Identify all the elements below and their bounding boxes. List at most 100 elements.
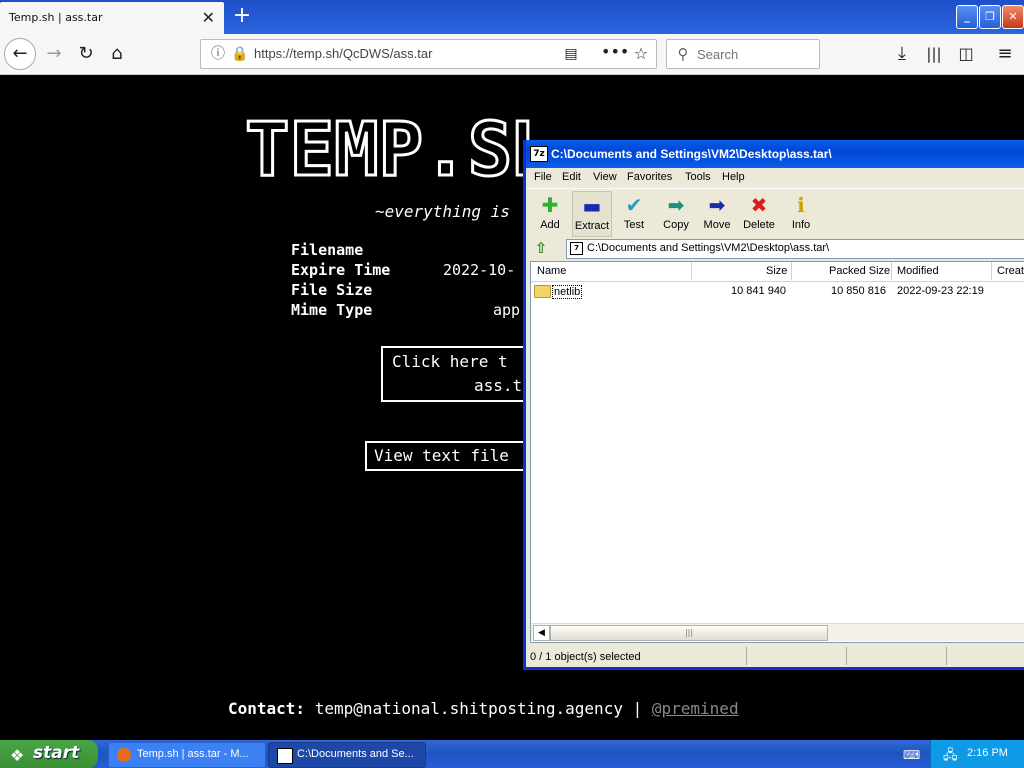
mime-type-value: app xyxy=(493,301,521,319)
7zip-path-text: C:\Documents and Settings\VM2\Desktop\as… xyxy=(587,242,830,254)
address-bar[interactable]: ⓘ 🔒 https://temp.sh/QcDWS/ass.tar ▤ ••• … xyxy=(200,39,657,69)
test-label: Test xyxy=(623,219,645,231)
column-divider[interactable] xyxy=(891,262,892,280)
column-modified[interactable]: Modified xyxy=(897,265,939,277)
copy-arrow-icon: ➡ xyxy=(667,193,685,217)
expire-time-label: Expire Time xyxy=(291,261,391,279)
test-button[interactable]: ✔ Test xyxy=(615,191,653,235)
tab-close-icon[interactable]: ✕ xyxy=(202,8,215,27)
delete-button[interactable]: ✖ Delete xyxy=(740,191,778,235)
extract-button[interactable]: ▬ Extract xyxy=(572,191,612,237)
move-button[interactable]: ➡ Move xyxy=(698,191,736,235)
column-divider[interactable] xyxy=(691,262,692,280)
network-icon[interactable]: 🖧 xyxy=(943,746,958,768)
taskbar-item-7zip[interactable]: C:\Documents and Se... xyxy=(268,742,426,768)
view-text-file-button[interactable]: View text file xyxy=(365,441,549,471)
clock[interactable]: 2:16 PM xyxy=(967,747,1008,759)
7zip-file-list[interactable]: Name Size Packed Size Modified Create ne… xyxy=(530,261,1024,643)
taskbar-item-label: C:\Documents and Se... xyxy=(297,748,414,760)
info-icon[interactable]: ⓘ xyxy=(206,42,230,66)
file-name[interactable]: netlib xyxy=(552,285,583,299)
taskbar-item-firefox[interactable]: Temp.sh | ass.tar - M... xyxy=(108,742,266,768)
taskbar-item-label: Temp.sh | ass.tar - M... xyxy=(137,748,249,760)
7zip-app-icon: 7z xyxy=(530,146,548,162)
downloads-icon[interactable]: ⤓ xyxy=(890,42,914,66)
sidebar-icon[interactable]: ◫ xyxy=(954,42,978,66)
status-divider xyxy=(946,647,947,665)
reload-icon[interactable]: ↻ xyxy=(74,42,98,66)
horizontal-scrollbar[interactable]: ◀ ||| xyxy=(531,623,1024,641)
7zip-title-bar[interactable]: 7z C:\Documents and Settings\VM2\Desktop… xyxy=(526,140,1024,168)
column-divider[interactable] xyxy=(991,262,992,280)
folder-up-icon[interactable]: ⇧ xyxy=(532,239,550,257)
search-icon: ⚲ xyxy=(677,45,689,63)
menu-edit[interactable]: Edit xyxy=(562,171,581,183)
close-window-button[interactable]: ✕ xyxy=(1002,5,1024,29)
contact-separator: | xyxy=(632,699,643,718)
column-divider[interactable] xyxy=(791,262,792,280)
archive-path-icon: 7 xyxy=(570,242,583,255)
extract-label: Extract xyxy=(574,220,610,232)
extract-minus-icon: ▬ xyxy=(582,194,602,218)
page-actions-icon[interactable]: ••• xyxy=(601,40,629,64)
library-icon[interactable]: ||| xyxy=(922,42,946,66)
start-button[interactable]: ❖ start xyxy=(0,740,98,768)
copy-button[interactable]: ➡ Copy xyxy=(657,191,695,235)
start-label: start xyxy=(33,743,80,763)
add-button[interactable]: ✚ Add xyxy=(531,191,569,235)
lock-icon: 🔒 xyxy=(231,46,249,62)
download-button[interactable]: Click here t ass.t xyxy=(381,346,545,402)
back-arrow-icon[interactable]: ← xyxy=(4,38,36,70)
menu-file[interactable]: File xyxy=(534,171,552,183)
home-icon[interactable]: ⌂ xyxy=(105,42,129,66)
minimize-window-button[interactable]: _ xyxy=(956,5,978,29)
bookmark-star-icon[interactable]: ☆ xyxy=(629,42,653,66)
contact-line: Contact: temp@national.shitposting.agenc… xyxy=(228,699,739,718)
7zip-taskbar-icon xyxy=(277,748,293,764)
test-check-icon: ✔ xyxy=(625,193,643,217)
keyboard-icon[interactable]: ⌨ xyxy=(903,748,920,762)
scrollbar-thumb[interactable]: ||| xyxy=(550,625,828,641)
add-plus-icon: ✚ xyxy=(541,193,559,217)
mime-type-label: Mime Type xyxy=(291,301,373,319)
menu-view[interactable]: View xyxy=(593,171,617,183)
table-row[interactable]: netlib 10 841 940 10 850 816 2022-09-23 … xyxy=(531,283,1024,300)
reader-view-icon[interactable]: ▤ xyxy=(559,42,583,66)
contact-link[interactable]: @premined xyxy=(652,699,739,718)
new-tab-plus-icon[interactable]: + xyxy=(230,3,254,29)
7zip-menu-bar: File Edit View Favorites Tools Help xyxy=(526,168,1024,188)
info-button[interactable]: ℹ Info xyxy=(782,191,820,235)
file-list-header: Name Size Packed Size Modified Create xyxy=(531,262,1024,282)
7zip-toolbar: ✚ Add ▬ Extract ✔ Test ➡ Copy ➡ Move ✖ D… xyxy=(526,188,1024,238)
url-text[interactable]: https://temp.sh/QcDWS/ass.tar xyxy=(254,46,432,61)
move-arrow-icon: ➡ xyxy=(708,193,726,217)
menu-tools[interactable]: Tools xyxy=(685,171,711,183)
info-label: Info xyxy=(791,219,811,231)
menu-help[interactable]: Help xyxy=(722,171,745,183)
download-text-line2: ass.t xyxy=(474,376,523,395)
contact-email: temp@national.shitposting.agency xyxy=(314,699,623,718)
browser-tab[interactable]: Temp.sh | ass.tar ✕ xyxy=(0,2,224,34)
7zip-status-bar: 0 / 1 object(s) selected xyxy=(526,645,1024,667)
tab-title: Temp.sh | ass.tar xyxy=(9,11,103,24)
firefox-icon xyxy=(117,748,131,762)
scroll-left-arrow-icon[interactable]: ◀ xyxy=(533,625,550,641)
hamburger-menu-icon[interactable]: ≡ xyxy=(993,42,1017,66)
view-text-file-label: View text file xyxy=(374,446,509,465)
restore-window-button[interactable]: ❐ xyxy=(979,5,1001,29)
download-text-line1: Click here t xyxy=(392,352,508,371)
svg-text:TEMP.SH: TEMP.SH xyxy=(245,115,535,181)
menu-favorites[interactable]: Favorites xyxy=(627,171,672,183)
column-size[interactable]: Size xyxy=(766,265,787,277)
search-bar[interactable]: ⚲ Search xyxy=(666,39,820,69)
delete-label: Delete xyxy=(743,219,775,231)
column-packed-size[interactable]: Packed Size xyxy=(829,265,890,277)
file-modified: 2022-09-23 22:19 xyxy=(897,285,984,297)
taskbar: ❖ start Temp.sh | ass.tar - M... C:\Docu… xyxy=(0,740,1024,768)
forward-arrow-icon[interactable]: → xyxy=(42,42,66,66)
column-created[interactable]: Create xyxy=(997,265,1024,277)
browser-toolbar: ← → ↻ ⌂ ⓘ 🔒 https://temp.sh/QcDWS/ass.ta… xyxy=(0,34,1024,75)
tagline: ~everything is xyxy=(375,202,510,221)
7zip-path-field[interactable]: 7 C:\Documents and Settings\VM2\Desktop\… xyxy=(566,239,1024,259)
column-name[interactable]: Name xyxy=(537,265,566,277)
